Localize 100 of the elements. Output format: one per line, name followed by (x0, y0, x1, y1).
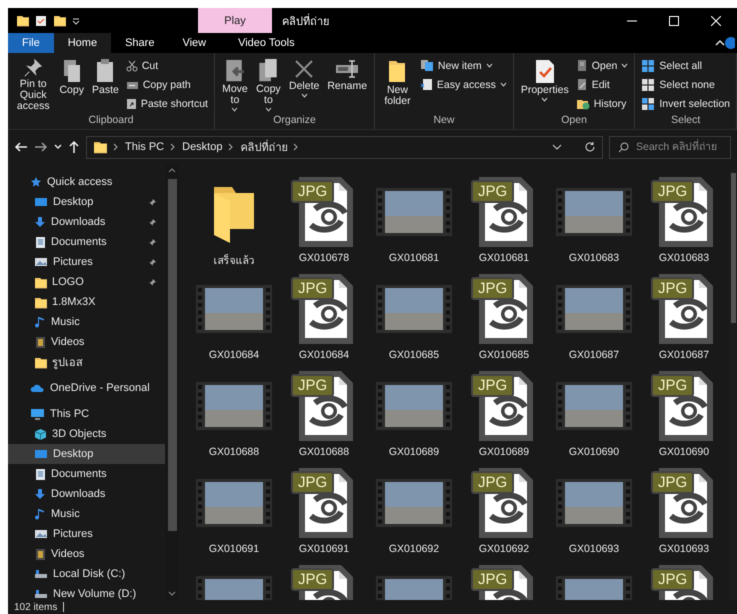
nav-item[interactable]: LOGO (8, 272, 165, 292)
nav-item[interactable]: Pictures (8, 524, 165, 544)
search-icon (618, 142, 629, 152)
nav-item[interactable]: OneDrive - Personal (8, 378, 165, 398)
desktop-icon (34, 196, 48, 208)
button-label: Rename (327, 81, 368, 92)
file-name: GX010688 (208, 446, 260, 460)
breadcrumb[interactable]: Desktop (182, 141, 222, 153)
button-label: History (594, 98, 626, 110)
nav-item[interactable]: Desktop (8, 192, 165, 212)
ribbon-tab[interactable]: Home (54, 33, 112, 53)
nav-item[interactable]: รูปเอส (8, 352, 165, 372)
shortcut-icon (126, 98, 137, 110)
chevron-icon (228, 143, 234, 151)
ribbon-tab[interactable]: Share (111, 33, 168, 53)
ribbon-button[interactable]: Copy (56, 56, 87, 114)
rename-icon (334, 58, 360, 80)
nav-item[interactable]: Pictures (8, 252, 165, 272)
ribbon-button[interactable]: Rename (324, 56, 370, 114)
group-label: Open (560, 114, 588, 128)
ribbon-button[interactable]: Open (574, 57, 630, 74)
ribbon-tab[interactable]: View (168, 33, 220, 53)
chevron-icon (113, 143, 119, 151)
nav-item[interactable]: Videos (8, 332, 165, 352)
folder-icon (34, 356, 47, 368)
search-field[interactable]: Search คลิปที่ถ่าย (609, 136, 731, 158)
ribbon-button[interactable]: Paste shortcut (124, 95, 210, 112)
nav-item[interactable]: Downloads (8, 484, 165, 504)
ribbon-button[interactable]: Invert selection (639, 95, 732, 112)
file-name: GX010681 (388, 252, 440, 266)
nav-item[interactable]: Music (8, 312, 165, 332)
help-icon (725, 37, 735, 49)
ribbon-button[interactable]: Copy to (252, 56, 284, 114)
button-label: Edit (592, 78, 610, 90)
nav-item[interactable]: Local Disk (C:) (8, 564, 165, 584)
music-note-icon (34, 316, 46, 328)
back-button[interactable] (14, 141, 28, 153)
folder-icon (16, 14, 29, 27)
file-name: GX010678 (298, 252, 350, 266)
file-name: GX010693 (658, 543, 710, 557)
caret-icon (300, 93, 308, 98)
nav-item[interactable]: 3D Objects (8, 424, 165, 444)
file-name: GX010689 (388, 446, 440, 460)
file-name: GX010693 (568, 543, 620, 557)
ribbon-tab[interactable]: File (8, 33, 54, 53)
properties-icon (35, 14, 47, 26)
film-icon (34, 548, 46, 560)
ribbon-button[interactable]: Delete (286, 56, 322, 114)
ribbon-button[interactable]: New item (418, 57, 509, 74)
forward-button[interactable] (34, 141, 48, 153)
ribbon-button[interactable]: Cut (124, 57, 210, 74)
nav-item[interactable]: Documents (8, 464, 165, 484)
recent-locations-button[interactable] (54, 144, 62, 150)
file-name: GX010691 (298, 543, 350, 557)
file-name: GX010685 (388, 349, 440, 363)
ribbon-button[interactable]: Select none (639, 76, 732, 93)
ribbon-button[interactable]: Edit (574, 76, 630, 93)
button-label: Easy access (436, 78, 496, 90)
button-label: Properties (520, 85, 569, 96)
path-icon (126, 80, 139, 90)
up-button[interactable] (68, 140, 80, 154)
open-document-icon (576, 59, 588, 72)
file-type-label: JPG (291, 374, 334, 397)
file-type-label: JPG (651, 374, 694, 397)
ribbon-tab[interactable]: Video Tools (226, 33, 307, 53)
group-label: Select (670, 114, 702, 128)
caret-icon (264, 107, 272, 112)
easy-access-icon (420, 78, 433, 91)
nav-item[interactable]: This PC (8, 404, 165, 424)
ribbon-button[interactable]: Move to (218, 56, 251, 114)
ribbon-button[interactable]: New folder (379, 56, 416, 114)
ribbon-button[interactable]: Easy access (418, 76, 509, 93)
ribbon-button[interactable]: Pin to Quick access (12, 56, 54, 114)
button-label: Pin to Quick access (16, 79, 51, 112)
ribbon-button[interactable]: Copy path (124, 76, 210, 93)
nav-item[interactable]: Music (8, 504, 165, 524)
new-item-icon (420, 59, 434, 72)
grid-squares-icon (641, 58, 656, 72)
picture-icon (34, 528, 48, 540)
cloud-icon (30, 382, 45, 394)
caret-icon (541, 97, 548, 102)
ribbon-button[interactable]: Properties (518, 56, 572, 114)
ribbon-button[interactable]: Paste (88, 56, 122, 114)
nav-item[interactable]: Documents (8, 232, 165, 252)
breadcrumb[interactable]: This PC (125, 141, 164, 153)
nav-item[interactable]: 1.8Mx3X (8, 292, 165, 312)
nav-item[interactable]: Downloads (8, 212, 165, 232)
ribbon-button[interactable]: Select all (639, 57, 732, 74)
nav-item[interactable]: New Volume (D:) (8, 584, 165, 600)
ribbon-button[interactable]: History (574, 95, 630, 112)
file-type-label: JPG (291, 180, 334, 203)
star-icon (30, 176, 42, 188)
nav-item[interactable]: Desktop (8, 444, 165, 464)
nav-item[interactable]: Quick access (8, 172, 165, 192)
group-label: Clipboard (88, 114, 134, 128)
address-bar[interactable]: This PC Desktop คลิปที่ถ่าย (86, 136, 603, 158)
file-name: GX010681 (478, 252, 530, 266)
download-arrow-icon (34, 216, 46, 228)
breadcrumb[interactable]: คลิปที่ถ่าย (240, 138, 288, 156)
nav-item[interactable]: Videos (8, 544, 165, 564)
